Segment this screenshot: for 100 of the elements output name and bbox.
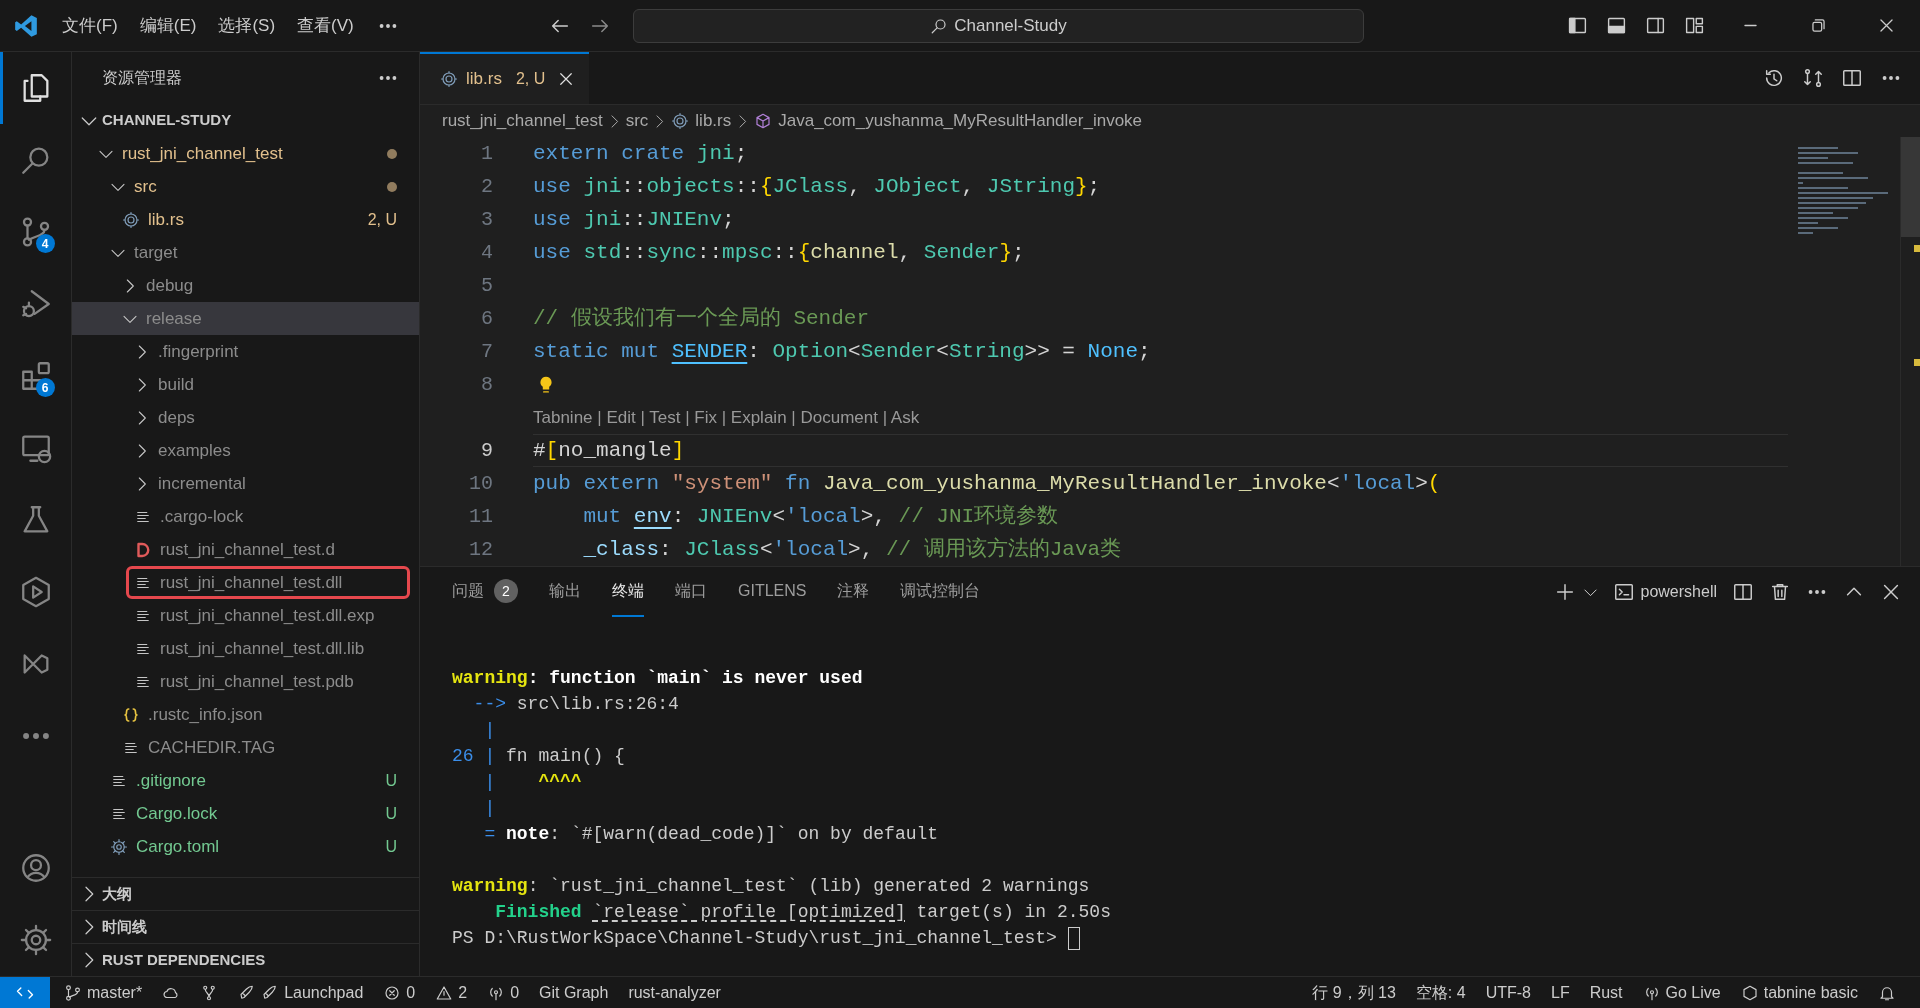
- search-icon: [930, 16, 949, 35]
- code-line: mut env: JNIEnv<'local>, // JNI环境参数: [582, 503, 1059, 530]
- tree-item[interactable]: release: [72, 302, 419, 335]
- braces-icon: [122, 705, 140, 724]
- code-line: static mut SENDER: Option<Sender<String>> = None;: [533, 338, 1151, 365]
- status-item[interactable]: Rust: [1579, 977, 1633, 1008]
- tree-item[interactable]: rust_jni_channel_test: [72, 137, 419, 170]
- status-item[interactable]: 0: [477, 977, 530, 1008]
- panel-tab[interactable]: 终端: [612, 567, 644, 617]
- settings-icon[interactable]: [18, 923, 53, 957]
- terminal-line: = note: `#[warn(dead_code)]` on by default: [483, 822, 939, 846]
- terminal-line: PS D:\RustWorkSpace\Channel-Study\rust_jni_channel_test>: [452, 926, 1058, 950]
- line-number: 10: [469, 470, 493, 497]
- status-item[interactable]: UTF-8: [1475, 977, 1541, 1008]
- status-item[interactable]: 0: [373, 977, 426, 1008]
- tree-item[interactable]: incremental: [72, 467, 419, 500]
- status-item[interactable]: Launchpad: [228, 977, 374, 1008]
- code-line: pub extern "system" fn Java_com_yushanma_MyResultHandler_invoke<'local>(: [533, 470, 1441, 497]
- terminal-selector[interactable]: powershell: [1612, 580, 1717, 604]
- section-header[interactable]: 大纲: [72, 877, 419, 910]
- tree-item[interactable]: .gitignore U: [72, 764, 419, 797]
- status-item[interactable]: 行 9，列 13: [1302, 977, 1406, 1008]
- tree-item[interactable]: CACHEDIR.TAG: [72, 731, 419, 764]
- code-line: use jni::objects::{JClass, JObject, JString};: [533, 173, 1101, 200]
- status-item[interactable]: tabnine basic: [1730, 977, 1868, 1008]
- scrollbar-thumb[interactable]: [1901, 137, 1920, 237]
- panel-tab[interactable]: 问题 2: [452, 567, 518, 617]
- sidebar-layout-icon[interactable]: [1645, 15, 1666, 36]
- cube-icon: [754, 112, 773, 130]
- tree-item[interactable]: build: [72, 368, 419, 401]
- panel-tab[interactable]: 调试控制台: [900, 567, 981, 617]
- menu-item[interactable]: 选择(S): [207, 7, 287, 44]
- tree-item[interactable]: rust_jni_channel_test.pdb: [72, 665, 419, 698]
- tree-item[interactable]: deps: [72, 401, 419, 434]
- tree-item[interactable]: .fingerprint: [72, 335, 419, 368]
- tree-item[interactable]: lib.rs 2, U: [72, 203, 419, 236]
- line-number: 2: [481, 173, 493, 200]
- tree-item[interactable]: Cargo.toml U: [72, 830, 419, 863]
- status-item[interactable]: LF: [1541, 977, 1580, 1008]
- git-status-label: 2, U: [515, 69, 546, 89]
- code-line: extern crate jni;: [533, 140, 748, 167]
- editor-logo-icon[interactable]: [13, 12, 39, 39]
- cog-icon: [440, 70, 458, 88]
- panel-tab[interactable]: 注释: [837, 567, 870, 617]
- editor-tab[interactable]: lib.rs 2, U: [420, 52, 590, 104]
- panel-layout-icon[interactable]: [1606, 15, 1627, 36]
- panel-tab[interactable]: 端口: [675, 567, 707, 617]
- tree-item[interactable]: rust_jni_channel_test.dll: [72, 566, 419, 599]
- tree-item[interactable]: .cargo-lock: [72, 500, 419, 533]
- trash-icon[interactable]: [1769, 581, 1791, 603]
- history-icon[interactable]: [1763, 67, 1785, 89]
- terminal-line: 26 | fn main() {: [452, 744, 625, 768]
- menu-item[interactable]: 文件(F): [51, 7, 129, 44]
- tree-item[interactable]: .rustc_info.json: [72, 698, 419, 731]
- overview-marker: [1914, 359, 1920, 366]
- status-item[interactable]: master*: [54, 977, 153, 1008]
- breadcrumb-item[interactable]: rust_jni_channel_test: [442, 108, 603, 134]
- status-item[interactable]: Go Live: [1632, 977, 1731, 1008]
- section-header[interactable]: 时间线: [72, 910, 419, 943]
- section-header[interactable]: CHANNEL-STUDY: [72, 104, 419, 137]
- tree-item[interactable]: rust_jni_channel_test.dll.lib: [72, 632, 419, 665]
- sidebar-layout-icon[interactable]: [1567, 15, 1588, 36]
- line-number: 12: [469, 536, 493, 563]
- cog-icon: [671, 112, 690, 130]
- status-item[interactable]: 空格: 4: [1405, 977, 1476, 1008]
- split-editor-icon[interactable]: [1841, 67, 1863, 89]
- status-item[interactable]: rust-analyzer: [618, 977, 731, 1008]
- code-line: use jni::JNIEnv;: [533, 206, 735, 233]
- line-number: 11: [469, 503, 493, 530]
- tree-item[interactable]: Cargo.lock U: [72, 797, 419, 830]
- status-item[interactable]: 2: [425, 977, 478, 1008]
- line-number: 5: [481, 272, 493, 299]
- panel-tab[interactable]: 输出: [549, 567, 581, 617]
- panel-tab[interactable]: GITLENS: [738, 567, 807, 617]
- count-badge: 6: [35, 378, 55, 397]
- code-lens[interactable]: Tabnine | Edit | Test | Fix | Explain | Document | Ask: [533, 404, 920, 431]
- tree-item[interactable]: src: [72, 170, 419, 203]
- split-editor-icon[interactable]: [1732, 581, 1754, 603]
- breadcrumb-item[interactable]: lib.rs: [671, 108, 732, 134]
- code-line: _class: JClass<'local>, // 调用该方法的Java类: [582, 536, 1122, 563]
- tree-item[interactable]: rust_jni_channel_test.dll.exp: [72, 599, 419, 632]
- status-item[interactable]: Git Graph: [529, 977, 619, 1008]
- hexagon-icon: [1740, 983, 1759, 1002]
- breadcrumb-item[interactable]: Java_com_yushanma_MyResultHandler_invoke: [754, 108, 1143, 134]
- tree-item[interactable]: debug: [72, 269, 419, 302]
- menu-item[interactable]: 编辑(E): [128, 7, 208, 44]
- breadcrumb-item[interactable]: src: [625, 108, 649, 134]
- command-center[interactable]: Channel-Study: [633, 8, 1364, 43]
- tree-item[interactable]: examples: [72, 434, 419, 467]
- menu-item[interactable]: 查看(V): [286, 7, 365, 44]
- tree-item[interactable]: rust_jni_channel_test.d: [72, 533, 419, 566]
- compare-changes-icon[interactable]: [1802, 67, 1824, 89]
- code-line: use std::sync::mpsc::{channel, Sender};: [533, 239, 1025, 266]
- terminal-line: Finished `release` profile [optimized] target(s) in 2.50s: [494, 900, 1111, 924]
- tree-item[interactable]: target: [72, 236, 419, 269]
- line-number: 6: [481, 305, 493, 332]
- git-status-label: U: [385, 836, 397, 857]
- count-badge: 4: [35, 234, 55, 253]
- layout-grid-icon[interactable]: [1684, 15, 1705, 36]
- gear-icon: [110, 837, 128, 856]
